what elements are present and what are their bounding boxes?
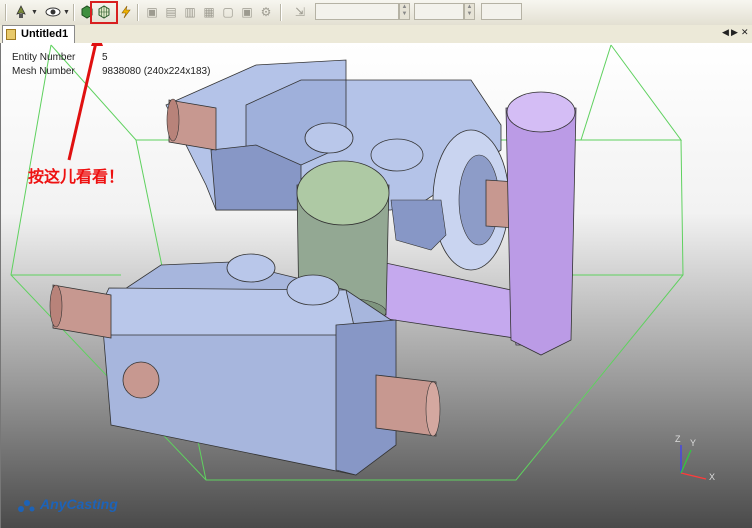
- 3d-viewport[interactable]: Entity Number 5 Mesh Number 9838080 (240x2…: [0, 43, 752, 528]
- close-icon[interactable]: ✕: [741, 27, 749, 38]
- mesh-number-value: 9838080 (240x224x183): [102, 66, 211, 77]
- toolbar-separator: [137, 4, 139, 21]
- frame-icon[interactable]: ▢: [219, 3, 237, 21]
- toolbar: ▼ ▼ ▣ ▤ ▥ ▦ ▢ ▣ ⚙ ⇲ ▲ ▼ ▲ ▼: [0, 0, 752, 26]
- tab-left-arrow-icon[interactable]: ◀: [722, 27, 729, 38]
- annotation-text: 按这儿看看！: [28, 167, 125, 186]
- document-tabbar: Untitled1 ◀ ▶ ✕: [0, 25, 752, 44]
- axis-z-label: Z: [675, 434, 681, 444]
- cut-x-icon[interactable]: ▤: [162, 3, 180, 21]
- chevron-down-icon[interactable]: ▼: [63, 9, 70, 16]
- entity-number-value: 5: [102, 52, 108, 63]
- toolbar-separator: [73, 4, 75, 21]
- cut-z-icon[interactable]: ▦: [200, 3, 218, 21]
- entity-number-label: Entity Number: [12, 52, 76, 63]
- document-icon: [6, 29, 16, 40]
- spinner-1[interactable]: ▲ ▼: [399, 3, 410, 20]
- tab-untitled1[interactable]: Untitled1: [2, 25, 76, 43]
- tab-right-arrow-icon[interactable]: ▶: [731, 27, 738, 38]
- toolbar-separator: [280, 4, 282, 21]
- entity-info-row: Entity Number 5: [12, 52, 108, 63]
- axis-y-label: Y: [690, 438, 697, 448]
- value-input-3[interactable]: [481, 3, 522, 20]
- chevron-down-icon[interactable]: ▼: [31, 9, 38, 16]
- lightning-icon[interactable]: [117, 3, 135, 21]
- pointer-tool-icon[interactable]: [12, 3, 30, 21]
- axis-x-label: X: [709, 472, 716, 482]
- anycasting-logo-text: AnyCasting: [40, 496, 118, 512]
- value-input-1[interactable]: [315, 3, 399, 20]
- highlight-box: [90, 1, 118, 24]
- mesh-info-row: Mesh Number 9838080 (240x224x183): [12, 66, 210, 77]
- toolbar-separator: [5, 4, 7, 21]
- tools-icon[interactable]: ⚙: [257, 3, 275, 21]
- value-input-2[interactable]: [414, 3, 464, 20]
- model-scene: [10, 43, 707, 481]
- cut-y-icon[interactable]: ▥: [181, 3, 199, 21]
- axis-triad: [680, 445, 707, 480]
- eye-view-icon[interactable]: [44, 3, 62, 21]
- mesh-number-label: Mesh Number: [12, 66, 75, 77]
- spinner-2[interactable]: ▲ ▼: [464, 3, 475, 20]
- export-icon[interactable]: ⇲: [291, 3, 309, 21]
- tab-label: Untitled1: [21, 28, 69, 40]
- anycasting-logo-icon: [18, 500, 35, 512]
- box-icon[interactable]: ▣: [238, 3, 256, 21]
- cube-icon[interactable]: ▣: [143, 3, 161, 21]
